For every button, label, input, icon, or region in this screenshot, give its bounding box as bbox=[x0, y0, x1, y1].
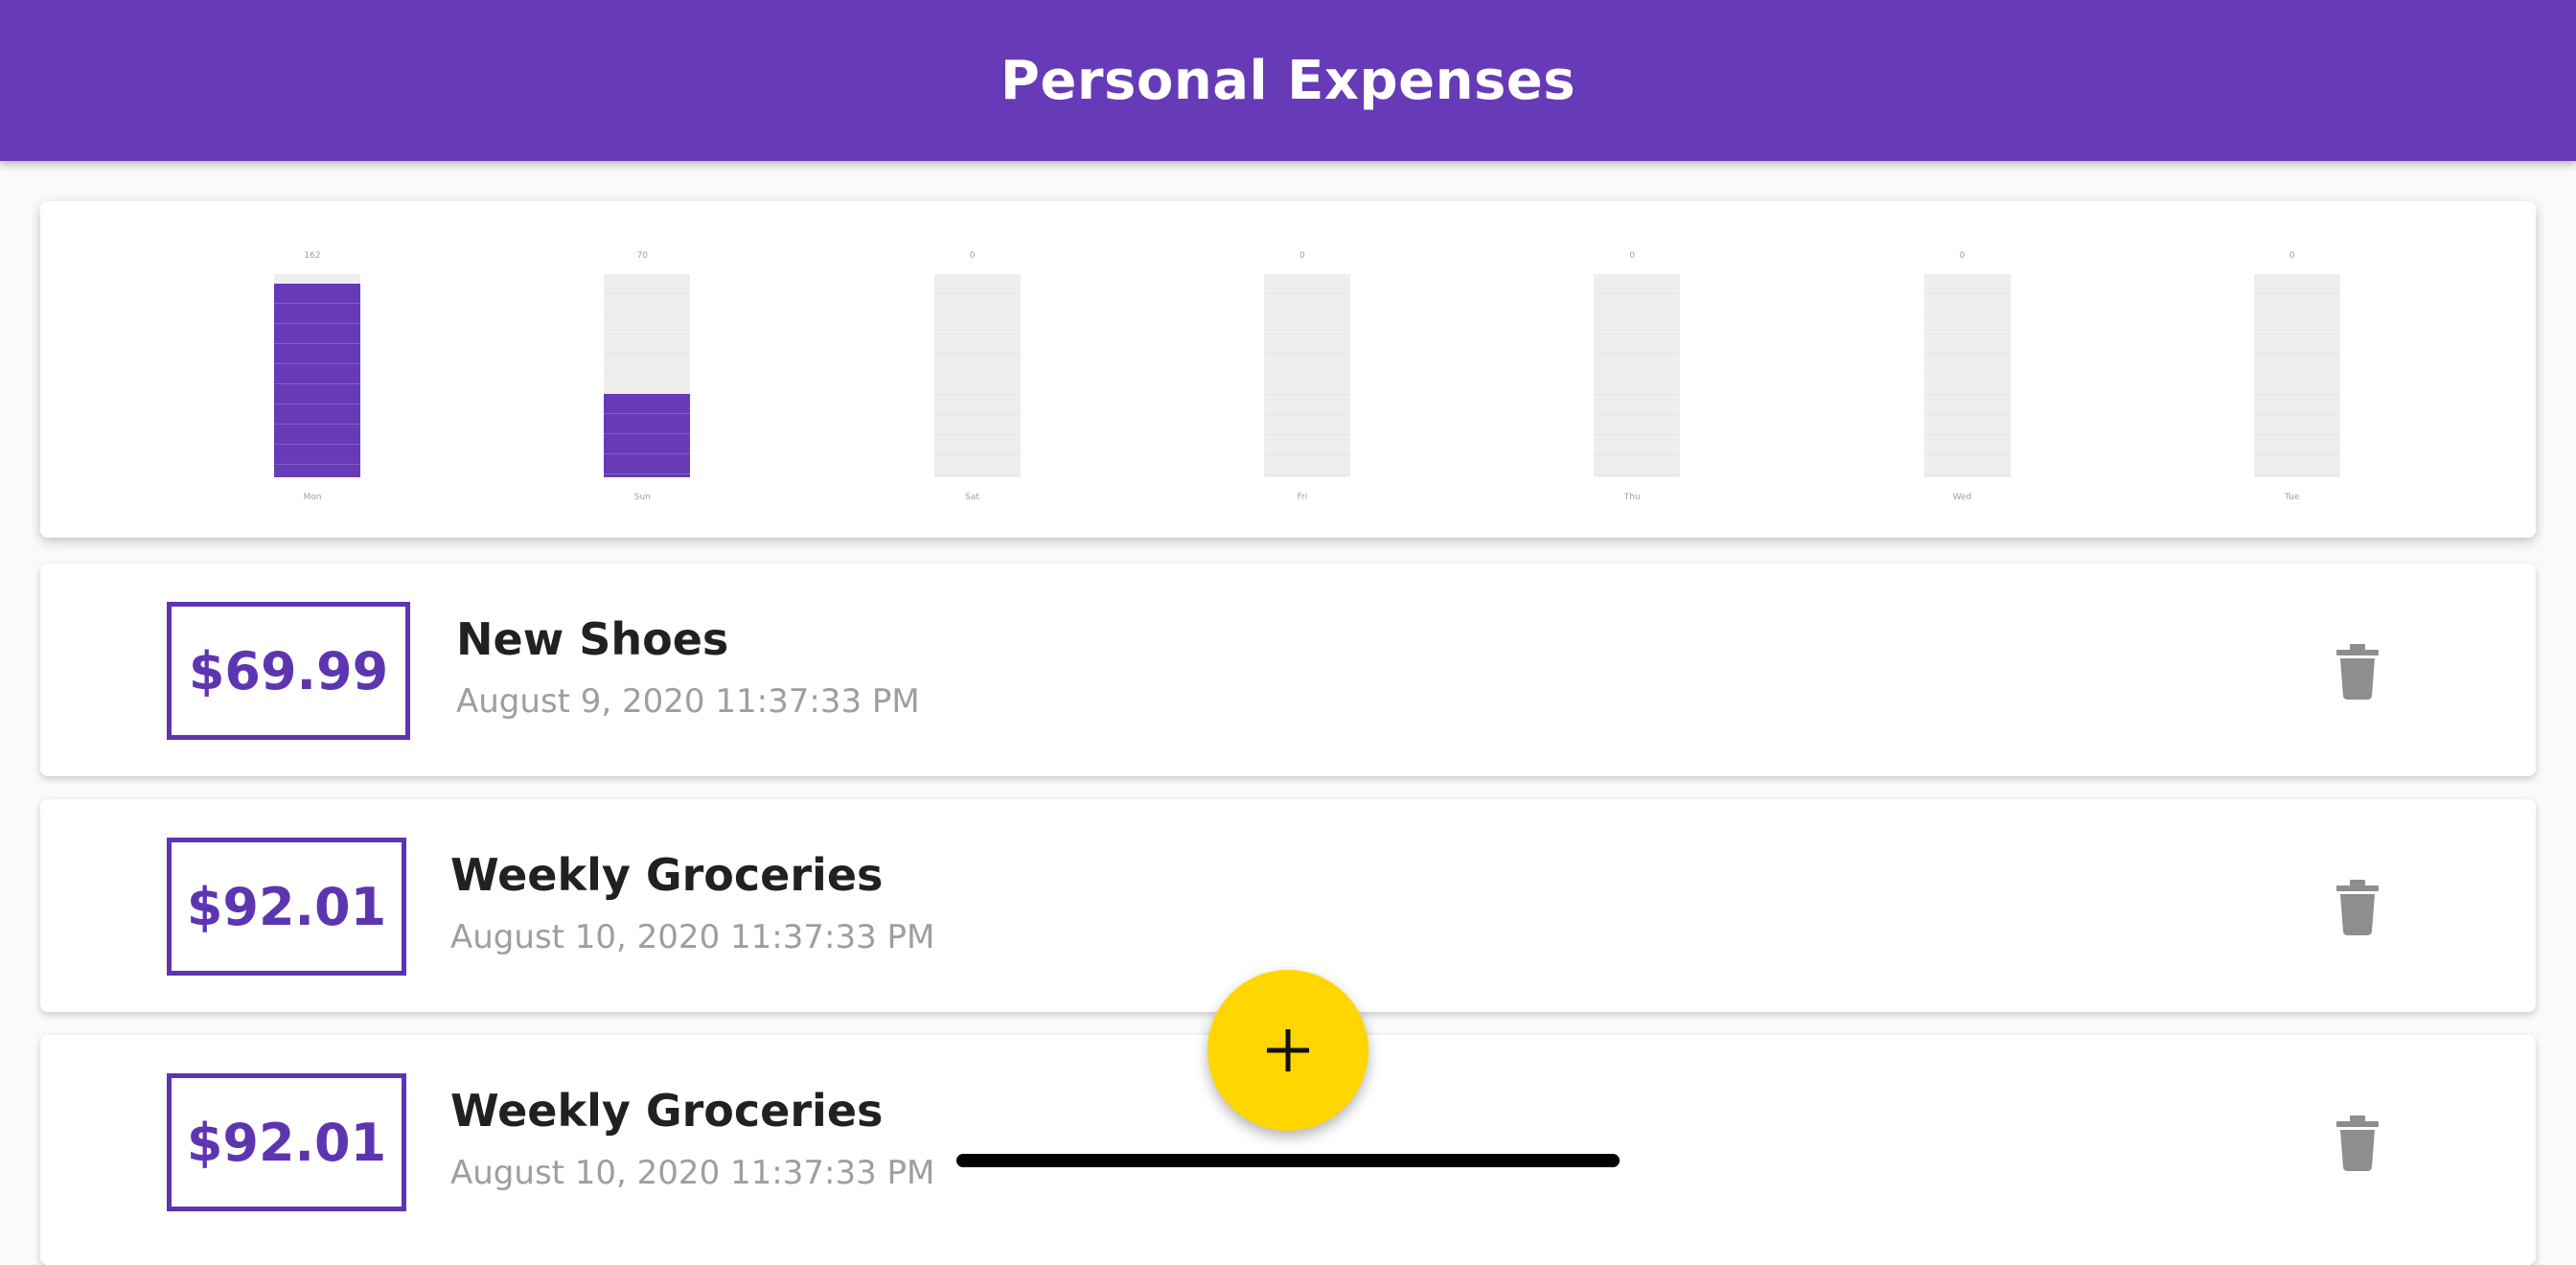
price-box: $92.01 bbox=[167, 1073, 406, 1211]
transaction-title: Weekly Groceries bbox=[450, 849, 884, 901]
bar-day-label: Tue bbox=[2285, 493, 2300, 502]
bar-day-label: Mon bbox=[303, 493, 322, 502]
price-box: $92.01 bbox=[167, 838, 406, 976]
app-title: Personal Expenses bbox=[1000, 49, 1576, 112]
bar-day-label: Wed bbox=[1952, 493, 1972, 502]
bar-day-label: Sun bbox=[633, 493, 651, 502]
delete-button[interactable] bbox=[2329, 876, 2386, 939]
bar-value-label: 0 bbox=[2288, 251, 2295, 261]
transaction-date: August 9, 2020 11:37:33 PM bbox=[456, 682, 920, 721]
bar-track bbox=[274, 274, 360, 477]
app-bar: Personal Expenses bbox=[0, 0, 2576, 161]
bar-track bbox=[1263, 274, 1350, 477]
bar-value-label: 0 bbox=[1959, 251, 1966, 261]
plus-icon bbox=[1267, 1029, 1309, 1071]
transaction-card: $69.99 New Shoes August 9, 2020 11:37:33… bbox=[40, 564, 2536, 776]
bar-day-label: Thu bbox=[1623, 493, 1641, 502]
bar-track bbox=[604, 274, 691, 477]
trash-icon bbox=[2336, 1116, 2379, 1171]
transaction-amount: $92.01 bbox=[186, 1112, 387, 1173]
transaction-date: August 10, 2020 11:37:33 PM bbox=[450, 918, 935, 956]
bar-day-label: Sat bbox=[965, 493, 979, 502]
transaction-amount: $92.01 bbox=[186, 876, 387, 937]
transaction-amount: $69.99 bbox=[188, 640, 389, 702]
delete-button[interactable] bbox=[2329, 640, 2386, 703]
home-indicator bbox=[956, 1154, 1620, 1167]
transaction-date: August 10, 2020 11:37:33 PM bbox=[450, 1154, 935, 1192]
bar-track bbox=[933, 274, 1021, 477]
price-box: $69.99 bbox=[167, 602, 410, 740]
transaction-title: New Shoes bbox=[456, 613, 729, 665]
bar-value-label: 0 bbox=[1629, 251, 1636, 261]
chart-column: 0 Wed bbox=[1905, 201, 2020, 538]
chart-column: 70 Sun bbox=[585, 201, 700, 538]
transaction-title: Weekly Groceries bbox=[450, 1085, 884, 1137]
chart-column: 0 Tue bbox=[2235, 201, 2350, 538]
delete-button[interactable] bbox=[2329, 1112, 2386, 1175]
bar-value-label: 0 bbox=[969, 251, 976, 261]
weekly-chart-card: 162 Mon 70 Sun 0 Sat 0 Fri 0 Thu 0 Wed 0 Tue bbox=[40, 201, 2536, 538]
bar bbox=[604, 393, 691, 477]
bar bbox=[274, 283, 360, 477]
chart-column: 0 Fri bbox=[1245, 201, 1360, 538]
bar-track bbox=[1923, 274, 2011, 477]
trash-icon bbox=[2336, 644, 2379, 700]
add-transaction-button[interactable] bbox=[1208, 970, 1368, 1131]
bar-track bbox=[1594, 274, 1681, 477]
bar-day-label: Fri bbox=[1297, 493, 1308, 502]
chart-column: 0 Sat bbox=[915, 201, 1030, 538]
trash-icon bbox=[2336, 880, 2379, 935]
chart-column: 162 Mon bbox=[255, 201, 370, 538]
bar-value-label: 70 bbox=[636, 251, 649, 261]
bar-value-label: 0 bbox=[1300, 251, 1305, 261]
chart-column: 0 Thu bbox=[1575, 201, 1690, 538]
bar-track bbox=[2253, 274, 2340, 477]
bar-value-label: 162 bbox=[304, 251, 321, 261]
